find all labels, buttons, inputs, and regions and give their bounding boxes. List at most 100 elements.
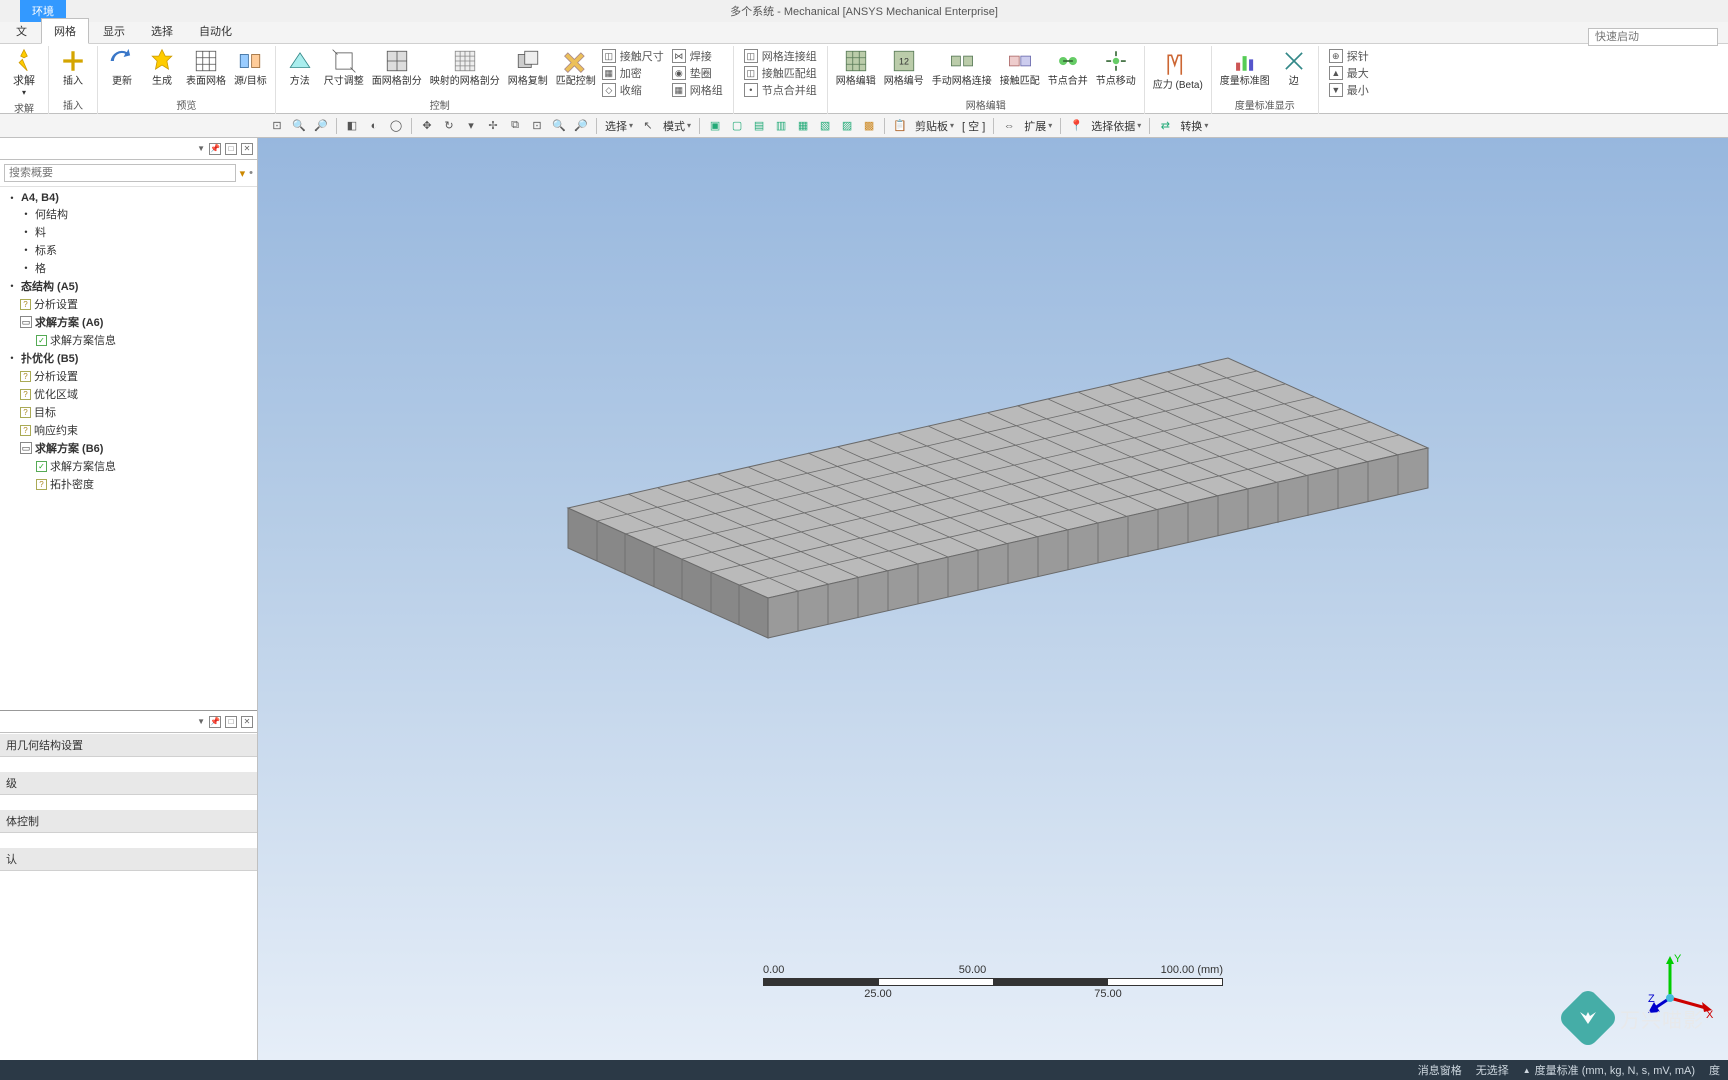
edges-button[interactable]: 边 [1276, 46, 1312, 89]
rotate-icon[interactable]: ↻ [440, 117, 458, 135]
match-control-button[interactable]: 匹配控制 [554, 46, 598, 89]
max-button[interactable]: ▲最大 [1329, 65, 1369, 81]
mesh-edit-button[interactable]: 网格编辑 [834, 46, 878, 89]
tab-display[interactable]: 显示 [91, 19, 137, 43]
source-target-button[interactable]: 源/目标 [232, 46, 269, 89]
coord-select-icon[interactable]: ▨ [838, 117, 856, 135]
tree-node[interactable]: ▭求解方案 (B6) [2, 439, 255, 457]
tree-node[interactable]: •标系 [2, 241, 255, 259]
status-units[interactable]: ▲度量标准 (mm, kg, N, s, mV, mA) [1523, 1062, 1695, 1078]
fit-icon[interactable]: ⊡ [268, 117, 286, 135]
outline-tree[interactable]: •A4, B4)•何结构•料•标系•格•态结构 (A5)?分析设置▭求解方案 (… [0, 187, 257, 710]
node-select-icon[interactable]: ▦ [794, 117, 812, 135]
contact-match-group-button[interactable]: ◫接触匹配组 [744, 65, 817, 81]
elem-select-icon[interactable]: ▧ [816, 117, 834, 135]
outline-search-dd-icon[interactable]: ▾ [240, 167, 246, 180]
contact-match-button[interactable]: 接触匹配 [998, 46, 1042, 89]
stress-beta-button[interactable]: 应力 (Beta) [1151, 50, 1205, 93]
mapped-meshing-button[interactable]: 映射的网格剖分 [428, 46, 502, 89]
details-restore-icon[interactable]: □ [225, 716, 237, 728]
tab-file[interactable]: 文 [4, 19, 39, 43]
status-messages[interactable]: 消息窗格 [1418, 1062, 1462, 1078]
sizing-button[interactable]: 尺寸调整 [322, 46, 366, 89]
tree-node[interactable]: •A4, B4) [2, 191, 255, 205]
zoom-out-icon[interactable]: 🔎 [312, 117, 330, 135]
surface-mesh-button[interactable]: 表面网格 [184, 46, 228, 89]
tree-node[interactable]: ▭求解方案 (A6) [2, 313, 255, 331]
select-label[interactable]: 选择▾ [603, 118, 635, 134]
clipboard-icon[interactable]: 📋 [891, 117, 909, 135]
convert-label[interactable]: 转换▾ [1178, 118, 1210, 134]
washer-button[interactable]: ◉垫圈 [672, 65, 723, 81]
pinch-button[interactable]: ◇收缩 [602, 82, 664, 98]
face-select-icon[interactable]: ▤ [750, 117, 768, 135]
tab-select[interactable]: 选择 [139, 19, 185, 43]
details-close-icon[interactable]: ✕ [241, 716, 253, 728]
generate-button[interactable]: 生成 [144, 46, 180, 89]
graphics-viewport[interactable]: 0.0050.00100.00 (mm) 25.0075.00 Y X Z 万兴… [258, 138, 1728, 1060]
mesh-copy-button[interactable]: 网格复制 [506, 46, 550, 89]
tree-node[interactable]: •扑优化 (B5) [2, 349, 255, 367]
face-meshing-button[interactable]: 面网格剖分 [370, 46, 424, 89]
iso-icon[interactable]: ◧ [343, 117, 361, 135]
node-move-button[interactable]: 节点移动 [1094, 46, 1138, 89]
tree-node[interactable]: •料 [2, 223, 255, 241]
insert-button[interactable]: 插入 [55, 46, 91, 89]
zoom-fit-icon[interactable]: ⊡ [528, 117, 546, 135]
body-select-icon[interactable]: ▥ [772, 117, 790, 135]
tree-node[interactable]: ?优化区域 [2, 385, 255, 403]
tree-node[interactable]: ?分析设置 [2, 295, 255, 313]
clipboard-label[interactable]: 剪贴板▾ [913, 118, 956, 134]
weld-button[interactable]: ⋈焊接 [672, 48, 723, 64]
extend-icon[interactable]: ⇔ [1000, 117, 1018, 135]
mesh-numbering-button[interactable]: 12网格编号 [882, 46, 926, 89]
extend-label[interactable]: 扩展▾ [1022, 118, 1054, 134]
manual-mesh-connect-button[interactable]: 手动网格连接 [930, 46, 994, 89]
details-dd-icon[interactable]: ▼ [197, 717, 205, 726]
mode-label[interactable]: 模式▾ [661, 118, 693, 134]
empty-label[interactable]: [ 空 ] [960, 118, 987, 134]
zoom-in-icon[interactable]: 🔍 [290, 117, 308, 135]
pan-icon[interactable]: ✥ [418, 117, 436, 135]
update-button[interactable]: 更新 [104, 46, 140, 89]
mesh-connection-group-button[interactable]: ◫网格连接组 [744, 48, 817, 64]
shade-icon[interactable]: ◐ [365, 117, 383, 135]
details-pin-icon[interactable]: 📌 [209, 716, 221, 728]
tab-automation[interactable]: 自动化 [187, 19, 244, 43]
convert-icon[interactable]: ⇄ [1156, 117, 1174, 135]
tree-node[interactable]: •何结构 [2, 205, 255, 223]
refinement-button[interactable]: ▦加密 [602, 65, 664, 81]
zoom-next-icon[interactable]: 🔎 [572, 117, 590, 135]
quick-launch-input[interactable] [1588, 28, 1718, 46]
tree-node[interactable]: ?响应约束 [2, 421, 255, 439]
mesh-group-button[interactable]: ▦网格组 [672, 82, 723, 98]
solve-button[interactable]: 求解▾ [6, 46, 42, 100]
tree-node[interactable]: •格 [2, 259, 255, 277]
details-section[interactable]: 认 [0, 847, 257, 871]
rotate-dd-icon[interactable]: ▾ [462, 117, 480, 135]
cursor-icon[interactable]: ↖ [639, 117, 657, 135]
zoom-box-icon[interactable]: ⧉ [506, 117, 524, 135]
node-merge-button[interactable]: 节点合并 [1046, 46, 1090, 89]
outline-search-input[interactable] [4, 164, 236, 182]
outline-search-clear-icon[interactable]: • [249, 167, 253, 179]
probe-button[interactable]: ⊕探针 [1329, 48, 1369, 64]
details-section[interactable]: 用几何结构设置 [0, 733, 257, 757]
outline-close-icon[interactable]: ✕ [241, 143, 253, 155]
contact-sizing-button[interactable]: ◫接触尺寸 [602, 48, 664, 64]
select-by-label[interactable]: 选择依据▾ [1089, 118, 1143, 134]
pan2-icon[interactable]: ✢ [484, 117, 502, 135]
outline-restore-icon[interactable]: □ [225, 143, 237, 155]
metric-graph-button[interactable]: 度量标准图 [1218, 46, 1272, 89]
named-select-icon[interactable]: ▩ [860, 117, 878, 135]
details-section[interactable]: 级 [0, 771, 257, 795]
edge-select-icon[interactable]: ▢ [728, 117, 746, 135]
select-by-icon[interactable]: 📍 [1067, 117, 1085, 135]
tree-node[interactable]: ✓求解方案信息 [2, 331, 255, 349]
zoom-prev-icon[interactable]: 🔍 [550, 117, 568, 135]
details-section[interactable]: 体控制 [0, 809, 257, 833]
node-merge-group-button[interactable]: •节点合并组 [744, 82, 817, 98]
tree-node[interactable]: ?分析设置 [2, 367, 255, 385]
tree-node[interactable]: ?目标 [2, 403, 255, 421]
tree-node[interactable]: •态结构 (A5) [2, 277, 255, 295]
